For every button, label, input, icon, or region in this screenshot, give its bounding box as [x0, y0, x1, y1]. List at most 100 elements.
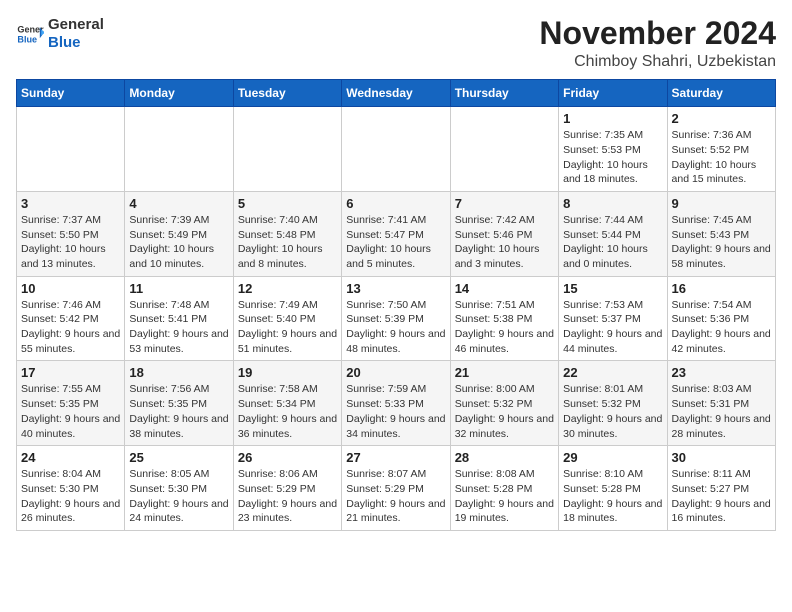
table-row	[125, 107, 233, 192]
day-number: 10	[21, 281, 120, 296]
calendar-week-row: 24 Sunrise: 8:04 AMSunset: 5:30 PMDayligh…	[17, 446, 776, 531]
page-header: General Blue General Blue November 2024 …	[16, 16, 776, 71]
day-number: 21	[455, 365, 554, 380]
table-row: 20 Sunrise: 7:59 AMSunset: 5:33 PMDayligh…	[342, 361, 450, 446]
day-info: Sunrise: 7:56 AMSunset: 5:35 PMDaylight:…	[129, 382, 228, 441]
day-number: 27	[346, 450, 445, 465]
table-row: 29 Sunrise: 8:10 AMSunset: 5:28 PMDayligh…	[559, 446, 667, 531]
calendar-week-row: 3Sunrise: 7:37 AMSunset: 5:50 PMDaylight…	[17, 191, 776, 276]
day-number: 4	[129, 196, 228, 211]
location-title: Chimboy Shahri, Uzbekistan	[539, 53, 776, 71]
day-number: 22	[563, 365, 662, 380]
day-info: Sunrise: 7:41 AMSunset: 5:47 PMDaylight:…	[346, 213, 445, 272]
table-row: 11 Sunrise: 7:48 AMSunset: 5:41 PMDayligh…	[125, 276, 233, 361]
day-info: Sunrise: 7:51 AMSunset: 5:38 PMDaylight:…	[455, 298, 554, 357]
day-info: Sunrise: 8:00 AMSunset: 5:32 PMDaylight:…	[455, 382, 554, 441]
day-info: Sunrise: 8:06 AMSunset: 5:29 PMDaylight:…	[238, 467, 337, 526]
day-number: 1	[563, 111, 662, 126]
table-row: 21 Sunrise: 8:00 AMSunset: 5:32 PMDayligh…	[450, 361, 558, 446]
table-row: 27 Sunrise: 8:07 AMSunset: 5:29 PMDayligh…	[342, 446, 450, 531]
day-info: Sunrise: 7:58 AMSunset: 5:34 PMDaylight:…	[238, 382, 337, 441]
day-info: Sunrise: 7:55 AMSunset: 5:35 PMDaylight:…	[21, 382, 120, 441]
table-row: 16 Sunrise: 7:54 AMSunset: 5:36 PMDayligh…	[667, 276, 775, 361]
day-info: Sunrise: 8:04 AMSunset: 5:30 PMDaylight:…	[21, 467, 120, 526]
col-monday: Monday	[125, 80, 233, 107]
table-row	[450, 107, 558, 192]
day-number: 26	[238, 450, 337, 465]
day-number: 14	[455, 281, 554, 296]
col-tuesday: Tuesday	[233, 80, 341, 107]
day-number: 7	[455, 196, 554, 211]
month-title: November 2024	[539, 16, 776, 51]
day-number: 18	[129, 365, 228, 380]
day-number: 12	[238, 281, 337, 296]
table-row: 15 Sunrise: 7:53 AMSunset: 5:37 PMDayligh…	[559, 276, 667, 361]
table-row: 8 Sunrise: 7:44 AMSunset: 5:44 PMDaylight…	[559, 191, 667, 276]
day-info: Sunrise: 7:54 AMSunset: 5:36 PMDaylight:…	[672, 298, 771, 357]
day-number: 15	[563, 281, 662, 296]
calendar-week-row: 1 Sunrise: 7:35 AMSunset: 5:53 PMDaylight…	[17, 107, 776, 192]
table-row: 30Sunrise: 8:11 AMSunset: 5:27 PMDayligh…	[667, 446, 775, 531]
col-thursday: Thursday	[450, 80, 558, 107]
table-row: 6 Sunrise: 7:41 AMSunset: 5:47 PMDaylight…	[342, 191, 450, 276]
table-row: 24 Sunrise: 8:04 AMSunset: 5:30 PMDayligh…	[17, 446, 125, 531]
table-row: 26 Sunrise: 8:06 AMSunset: 5:29 PMDayligh…	[233, 446, 341, 531]
day-number: 16	[672, 281, 771, 296]
header-row: Sunday Monday Tuesday Wednesday Thursday…	[17, 80, 776, 107]
calendar-table: Sunday Monday Tuesday Wednesday Thursday…	[16, 79, 776, 531]
table-row	[342, 107, 450, 192]
day-number: 23	[672, 365, 771, 380]
day-info: Sunrise: 7:46 AMSunset: 5:42 PMDaylight:…	[21, 298, 120, 357]
day-info: Sunrise: 8:10 AMSunset: 5:28 PMDaylight:…	[563, 467, 662, 526]
col-wednesday: Wednesday	[342, 80, 450, 107]
day-number: 28	[455, 450, 554, 465]
logo: General Blue General Blue	[16, 16, 104, 52]
day-info: Sunrise: 7:49 AMSunset: 5:40 PMDaylight:…	[238, 298, 337, 357]
table-row: 18 Sunrise: 7:56 AMSunset: 5:35 PMDayligh…	[125, 361, 233, 446]
col-saturday: Saturday	[667, 80, 775, 107]
calendar-body: 1 Sunrise: 7:35 AMSunset: 5:53 PMDaylight…	[17, 107, 776, 531]
table-row: 2Sunrise: 7:36 AMSunset: 5:52 PMDaylight…	[667, 107, 775, 192]
day-info: Sunrise: 8:03 AMSunset: 5:31 PMDaylight:…	[672, 382, 771, 441]
day-number: 29	[563, 450, 662, 465]
table-row: 17Sunrise: 7:55 AMSunset: 5:35 PMDayligh…	[17, 361, 125, 446]
day-number: 2	[672, 111, 771, 126]
day-info: Sunrise: 7:40 AMSunset: 5:48 PMDaylight:…	[238, 213, 337, 272]
logo-blue: Blue	[48, 34, 104, 52]
table-row: 28 Sunrise: 8:08 AMSunset: 5:28 PMDayligh…	[450, 446, 558, 531]
day-info: Sunrise: 7:59 AMSunset: 5:33 PMDaylight:…	[346, 382, 445, 441]
day-number: 20	[346, 365, 445, 380]
day-info: Sunrise: 7:42 AMSunset: 5:46 PMDaylight:…	[455, 213, 554, 272]
logo-general: General	[48, 16, 104, 34]
day-info: Sunrise: 8:07 AMSunset: 5:29 PMDaylight:…	[346, 467, 445, 526]
calendar-header: Sunday Monday Tuesday Wednesday Thursday…	[17, 80, 776, 107]
calendar-week-row: 10 Sunrise: 7:46 AMSunset: 5:42 PMDayligh…	[17, 276, 776, 361]
calendar-week-row: 17Sunrise: 7:55 AMSunset: 5:35 PMDayligh…	[17, 361, 776, 446]
table-row: 12 Sunrise: 7:49 AMSunset: 5:40 PMDayligh…	[233, 276, 341, 361]
day-info: Sunrise: 7:35 AMSunset: 5:53 PMDaylight:…	[563, 128, 662, 187]
day-number: 6	[346, 196, 445, 211]
day-number: 24	[21, 450, 120, 465]
col-sunday: Sunday	[17, 80, 125, 107]
day-number: 25	[129, 450, 228, 465]
title-area: November 2024 Chimboy Shahri, Uzbekistan	[539, 16, 776, 71]
table-row: 22Sunrise: 8:01 AMSunset: 5:32 PMDayligh…	[559, 361, 667, 446]
table-row	[17, 107, 125, 192]
day-info: Sunrise: 7:44 AMSunset: 5:44 PMDaylight:…	[563, 213, 662, 272]
table-row: 13Sunrise: 7:50 AMSunset: 5:39 PMDayligh…	[342, 276, 450, 361]
day-number: 13	[346, 281, 445, 296]
day-number: 11	[129, 281, 228, 296]
day-number: 8	[563, 196, 662, 211]
table-row: 25Sunrise: 8:05 AMSunset: 5:30 PMDayligh…	[125, 446, 233, 531]
table-row: 14 Sunrise: 7:51 AMSunset: 5:38 PMDayligh…	[450, 276, 558, 361]
day-info: Sunrise: 8:08 AMSunset: 5:28 PMDaylight:…	[455, 467, 554, 526]
day-info: Sunrise: 7:53 AMSunset: 5:37 PMDaylight:…	[563, 298, 662, 357]
table-row: 3Sunrise: 7:37 AMSunset: 5:50 PMDaylight…	[17, 191, 125, 276]
table-row: 1 Sunrise: 7:35 AMSunset: 5:53 PMDaylight…	[559, 107, 667, 192]
day-info: Sunrise: 7:48 AMSunset: 5:41 PMDaylight:…	[129, 298, 228, 357]
table-row: 4Sunrise: 7:39 AMSunset: 5:49 PMDaylight…	[125, 191, 233, 276]
day-number: 30	[672, 450, 771, 465]
table-row: 23 Sunrise: 8:03 AMSunset: 5:31 PMDayligh…	[667, 361, 775, 446]
table-row: 19Sunrise: 7:58 AMSunset: 5:34 PMDayligh…	[233, 361, 341, 446]
table-row: 7 Sunrise: 7:42 AMSunset: 5:46 PMDaylight…	[450, 191, 558, 276]
